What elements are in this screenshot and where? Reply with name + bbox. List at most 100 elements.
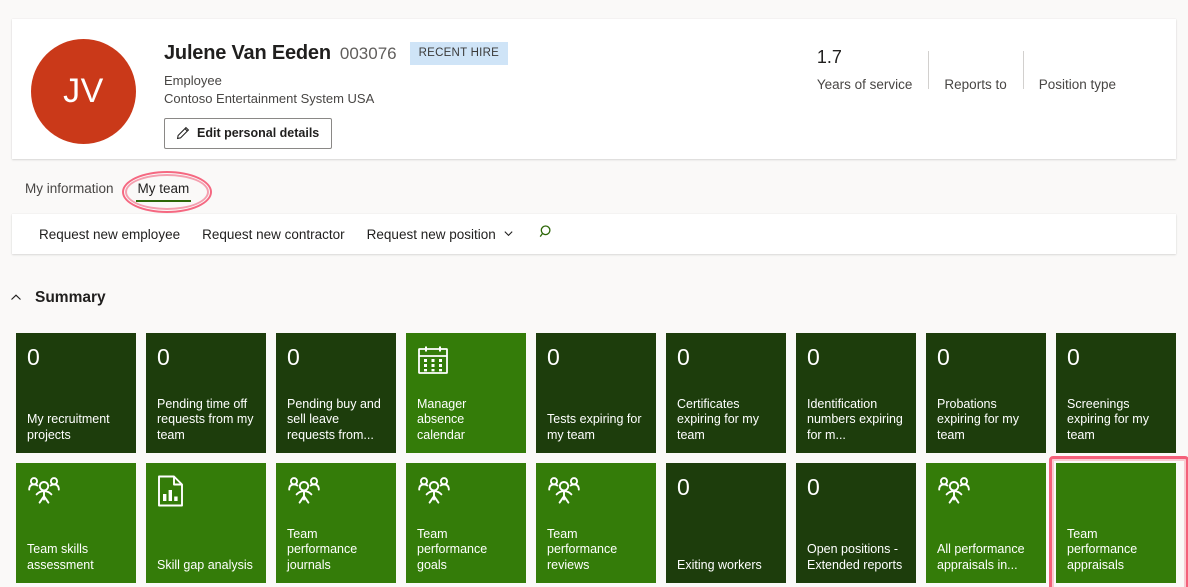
tile-value: 0 bbox=[807, 344, 820, 370]
employee-company: Contoso Entertainment System USA bbox=[164, 91, 375, 106]
stat-label: Years of service bbox=[816, 77, 913, 92]
people-group-icon bbox=[417, 475, 515, 509]
tile-skill-gap-analysis[interactable]: Skill gap analysis bbox=[146, 463, 266, 583]
request-new-position-button[interactable]: Request new position bbox=[356, 221, 525, 248]
tile-manager-absence-calendar[interactable]: Manager absence calendar bbox=[406, 333, 526, 453]
tile-value: 0 bbox=[157, 344, 170, 370]
tile-team-performance-goals[interactable]: Team performance goals bbox=[406, 463, 526, 583]
tile-wrapper: All performance appraisals in... bbox=[926, 463, 1046, 583]
tile-label: Team skills assessment bbox=[27, 542, 94, 572]
chevron-down-icon bbox=[503, 227, 514, 242]
tile-label: Pending buy and sell leave requests from… bbox=[287, 396, 381, 442]
stat-label: Position type bbox=[1038, 77, 1116, 92]
tile-tests-expiring-for-my-team[interactable]: 0 Tests expiring for my team bbox=[536, 333, 656, 453]
stat-reports-to[interactable]: Reports to bbox=[928, 47, 1022, 92]
tile-wrapper: 0 Screenings expiring for my team bbox=[1056, 333, 1176, 453]
tile-wrapper: Team skills assessment bbox=[16, 463, 136, 583]
stat-years-of-service[interactable]: 1.7 Years of service bbox=[817, 47, 929, 92]
edit-personal-details-label: Edit personal details bbox=[197, 126, 320, 140]
tile-wrapper: 0 Certificates expiring for my team bbox=[666, 333, 786, 453]
tile-pending-time-off-requests-from-my-team[interactable]: 0 Pending time off requests from my team bbox=[146, 333, 266, 453]
stat-value: 1.7 bbox=[816, 47, 842, 67]
tab-label: My team bbox=[137, 181, 190, 196]
toolbar-label: Request new employee bbox=[39, 226, 181, 242]
tile-team-performance-reviews[interactable]: Team performance reviews bbox=[536, 463, 656, 583]
tab-my-information[interactable]: My information bbox=[17, 178, 122, 204]
tile-identification-numbers-expiring-for-m[interactable]: 0 Identification numbers expiring for m..… bbox=[796, 333, 916, 453]
tile-wrapper: 0 Pending time off requests from my team bbox=[146, 333, 266, 453]
tile-my-recruitment-projects[interactable]: 0 My recruitment projects bbox=[16, 333, 136, 453]
avatar-initials: JV bbox=[63, 72, 104, 110]
tile-label: All performance appraisals in... bbox=[937, 542, 1025, 572]
tile-wrapper: 0 My recruitment projects bbox=[16, 333, 136, 453]
tile-value: 0 bbox=[677, 474, 690, 500]
request-new-contractor-button[interactable]: Request new contractor bbox=[191, 221, 356, 248]
tile-wrapper: 0 Pending buy and sell leave requests fro… bbox=[276, 333, 396, 453]
tile-all-performance-appraisals-in[interactable]: All performance appraisals in... bbox=[926, 463, 1046, 583]
pencil-icon bbox=[176, 126, 190, 140]
tile-probations-expiring-for-my-team[interactable]: 0 Probations expiring for my team bbox=[926, 333, 1046, 453]
toolbar-label: Request new position bbox=[366, 226, 496, 242]
tile-pending-buy-and-sell-leave-requests-from[interactable]: 0 Pending buy and sell leave requests fro… bbox=[276, 333, 396, 453]
tile-label: Team performance appraisals bbox=[1067, 526, 1138, 572]
tile-row-1: 0 My recruitment projects 0 Pending time of… bbox=[16, 333, 1176, 453]
chevron-up-icon[interactable] bbox=[6, 290, 26, 306]
tile-label: Exiting workers bbox=[677, 557, 762, 572]
tile-value: 0 bbox=[807, 474, 820, 500]
tile-team-performance-appraisals[interactable]: Team performance appraisals bbox=[1056, 463, 1176, 583]
tile-certificates-expiring-for-my-team[interactable]: 0 Certificates expiring for my team bbox=[666, 333, 786, 453]
tile-wrapper: 0 Identification numbers expiring for m..… bbox=[796, 333, 916, 453]
people-group-icon bbox=[547, 475, 645, 509]
calendar-icon bbox=[417, 345, 515, 379]
tile-value: 0 bbox=[287, 344, 300, 370]
tab-label: My information bbox=[25, 181, 114, 196]
tile-screenings-expiring-for-my-team[interactable]: 0 Screenings expiring for my team bbox=[1056, 333, 1176, 453]
edit-personal-details-button[interactable]: Edit personal details bbox=[164, 118, 333, 149]
employee-header-card: JV Julene Van Eeden 003076 RECENT HIRE E… bbox=[12, 19, 1176, 159]
tile-value: 0 bbox=[677, 344, 690, 370]
tab-my-team[interactable]: My team bbox=[130, 178, 198, 204]
summary-tiles: 0 My recruitment projects 0 Pending time of… bbox=[16, 333, 1188, 587]
tile-label: Skill gap analysis bbox=[157, 557, 253, 572]
tile-label: Tests expiring for my team bbox=[547, 412, 642, 442]
tile-exiting-workers[interactable]: 0 Exiting workers bbox=[666, 463, 786, 583]
page-root: JV Julene Van Eeden 003076 RECENT HIRE E… bbox=[0, 0, 1188, 587]
avatar: JV bbox=[31, 39, 136, 144]
tile-label: Probations expiring for my team bbox=[937, 396, 1019, 442]
request-new-employee-button[interactable]: Request new employee bbox=[28, 221, 191, 248]
search-icon bbox=[539, 224, 555, 245]
tile-wrapper: Team performance appraisals bbox=[1049, 456, 1188, 587]
tile-wrapper: 0 Exiting workers bbox=[666, 463, 786, 583]
tile-wrapper: Skill gap analysis bbox=[146, 463, 266, 583]
tile-label: Team performance journals bbox=[287, 526, 358, 572]
tile-team-performance-journals[interactable]: Team performance journals bbox=[276, 463, 396, 583]
employee-name-row: Julene Van Eeden 003076 RECENT HIRE bbox=[164, 42, 509, 65]
employee-role: Employee bbox=[164, 73, 222, 88]
tile-wrapper: Team performance reviews bbox=[536, 463, 656, 583]
tile-wrapper: Manager absence calendar bbox=[406, 333, 526, 453]
summary-section-header: Summary bbox=[6, 289, 106, 307]
tile-label: Certificates expiring for my team bbox=[677, 396, 759, 442]
tile-wrapper: Team performance goals bbox=[406, 463, 526, 583]
tab-strip: My information My team bbox=[17, 178, 197, 204]
tile-label: Identification numbers expiring for m... bbox=[807, 396, 903, 442]
employee-identity: Julene Van Eeden 003076 RECENT HIRE Empl… bbox=[164, 42, 509, 149]
stat-position-type[interactable]: Position type bbox=[1022, 47, 1132, 92]
tile-team-skills-assessment[interactable]: Team skills assessment bbox=[16, 463, 136, 583]
header-stats: 1.7 Years of service Reports to Position… bbox=[817, 47, 1132, 92]
tile-value: 0 bbox=[1067, 344, 1080, 370]
tile-label: Pending time off requests from my team bbox=[157, 396, 254, 442]
search-button[interactable] bbox=[529, 218, 565, 251]
tile-wrapper: 0 Probations expiring for my team bbox=[926, 333, 1046, 453]
tile-label: My recruitment projects bbox=[27, 412, 110, 442]
tile-row-2: Team skills assessment Skill gap analysis… bbox=[16, 456, 1188, 587]
tile-value: 0 bbox=[937, 344, 950, 370]
tile-value: 0 bbox=[27, 344, 40, 370]
action-toolbar: Request new employee Request new contrac… bbox=[12, 214, 1176, 254]
summary-title: Summary bbox=[35, 289, 106, 306]
tile-label: Team performance reviews bbox=[547, 526, 618, 572]
tile-open-positions-extended-reports[interactable]: 0 Open positions - Extended reports bbox=[796, 463, 916, 583]
tile-value: 0 bbox=[547, 344, 560, 370]
employee-id: 003076 bbox=[339, 43, 397, 63]
tile-label: Open positions - Extended reports bbox=[807, 542, 903, 572]
